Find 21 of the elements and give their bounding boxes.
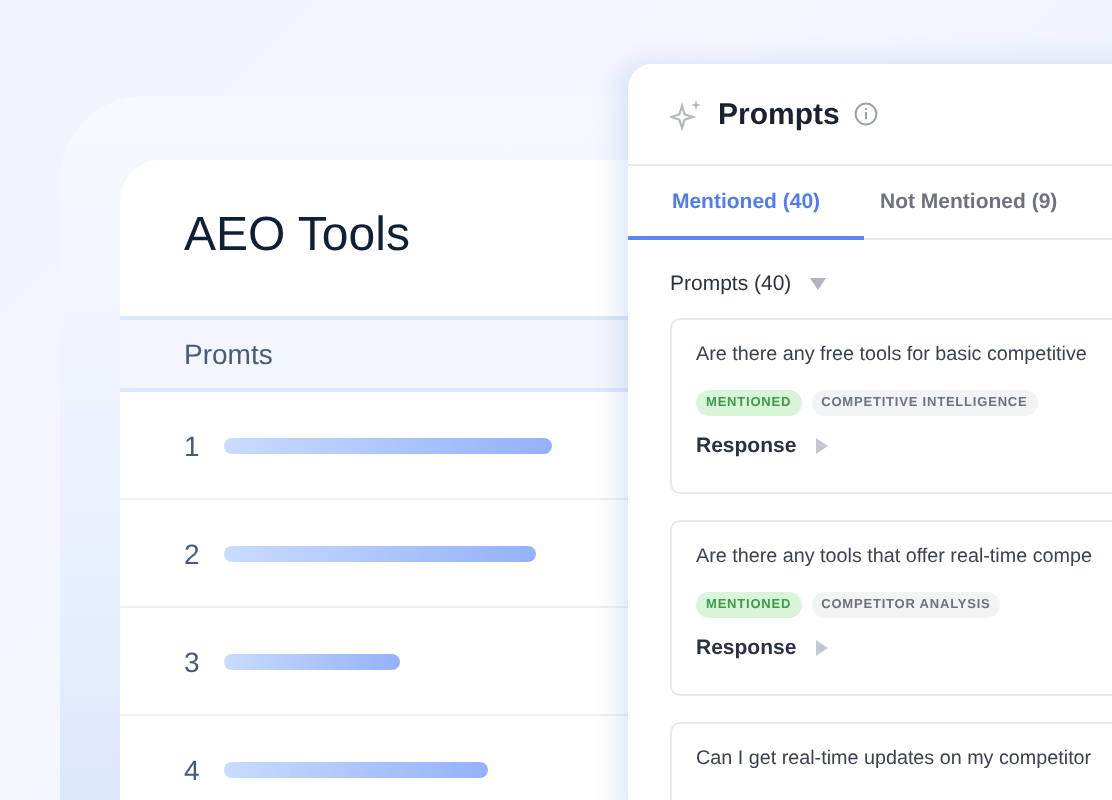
row-number: 3: [184, 645, 202, 678]
prompt-card[interactable]: Can I get real-time updates on my competitor: [670, 722, 1112, 800]
column-header: Promts: [184, 338, 273, 371]
caret-icon[interactable]: [816, 438, 829, 454]
caret-icon[interactable]: [816, 640, 829, 656]
prompt-question: Are there any tools that offer real-time compe: [696, 546, 1094, 568]
row-number: 4: [184, 753, 202, 786]
caret-icon[interactable]: [809, 278, 826, 290]
card-title: AEO Tools: [184, 208, 410, 267]
sparkle-icon: [670, 97, 704, 131]
response-toggle[interactable]: Response: [696, 434, 797, 458]
tab[interactable]: Not Mentioned (9): [864, 166, 1058, 240]
prompt-question: Can I get real-time updates on my competitor: [696, 748, 1094, 770]
panel-title: Prompts: [718, 97, 840, 131]
row-number: 1: [184, 429, 202, 462]
prompt-question: Are there any free tools for basic competitive: [696, 344, 1089, 366]
tab[interactable]: Mentioned (40): [628, 166, 864, 240]
filter-label[interactable]: Prompts (40): [670, 272, 792, 296]
row-number: 2: [184, 537, 202, 570]
info-icon[interactable]: [853, 102, 878, 126]
response-toggle[interactable]: Response: [696, 636, 797, 660]
